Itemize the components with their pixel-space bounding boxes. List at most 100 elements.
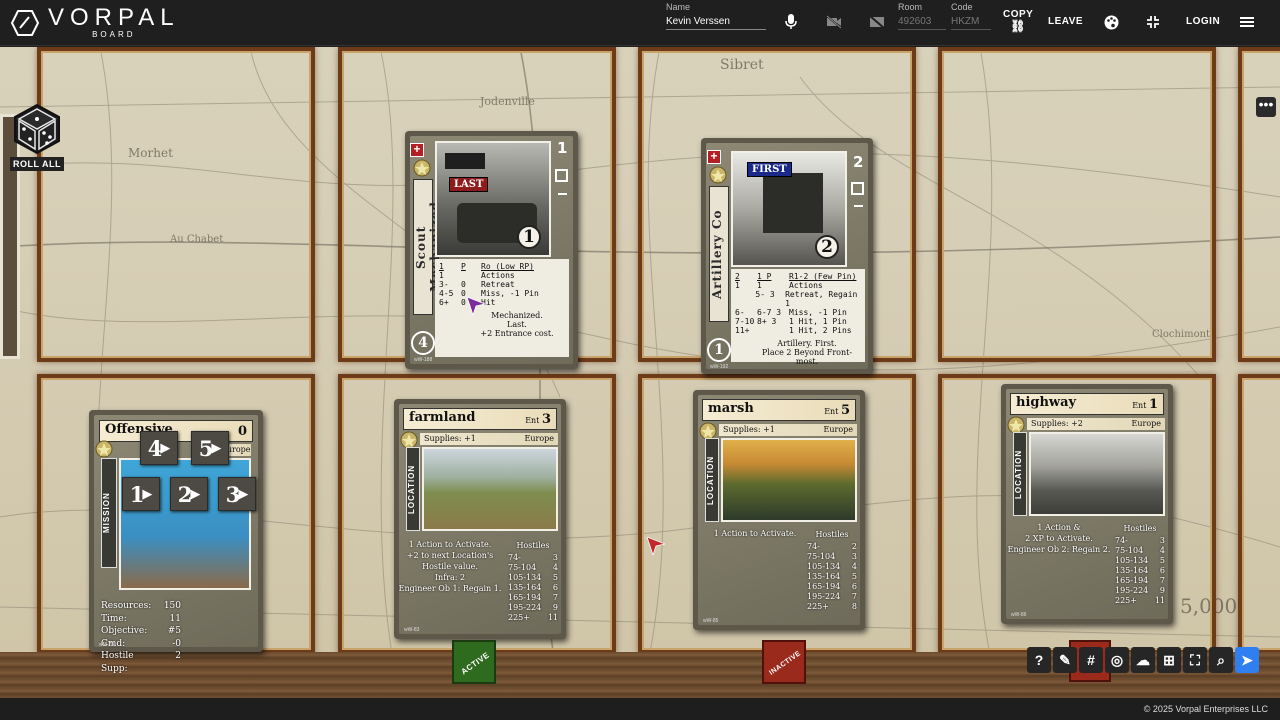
location-side-label: LOCATION xyxy=(406,447,420,531)
game-board[interactable]: Sibret Jodenville Morhet Au Chabet Cloch… xyxy=(0,47,1280,698)
location-card-highway[interactable]: highway Ent 1 Supplies: +2 Europe LOCATI… xyxy=(1001,384,1173,624)
mission-stats: Resources: 150 Time: 11 Objective: #5 Cmd: -… xyxy=(101,601,181,674)
unit-number-badge: 1 xyxy=(517,225,541,249)
unit-photo: 1 xyxy=(435,141,551,257)
location-title: farmland Ent 3 xyxy=(403,408,557,430)
card-code: wW-192 xyxy=(710,364,729,370)
screen-share-off-icon[interactable] xyxy=(868,13,886,31)
unit-number-badge: 2 xyxy=(815,235,839,259)
focus-icon[interactable]: ◎ xyxy=(1105,647,1129,673)
room-input[interactable]: 492603 xyxy=(898,12,946,30)
more-options-button[interactable]: ••• xyxy=(1256,97,1276,117)
location-rules-text: 1 Action to Activate. +2 to next Locatio… xyxy=(398,540,502,593)
unit-cost-badge: 4 xyxy=(411,331,435,355)
card-code: wW-85 xyxy=(703,618,719,624)
unit-name-label: Artillery Co xyxy=(709,186,729,322)
health-plus-icon[interactable]: + xyxy=(707,150,721,164)
dash-marker xyxy=(854,205,863,207)
supplies-line: Supplies: +1 Europe xyxy=(719,424,857,436)
dice-icon xyxy=(10,103,64,155)
board-toolbar: ? ✎ # ◎ ☁ ⊞ ⛶ ⌕ ➤ xyxy=(1027,647,1259,673)
help-icon[interactable]: ? xyxy=(1027,647,1051,673)
pointer-icon[interactable]: ➤ xyxy=(1235,647,1259,673)
unit-card-scout-mechanized[interactable]: + Scout Mechanized 1 LAST 1 1 P Ro (Low … xyxy=(405,131,578,369)
mission-side-label: MISSION xyxy=(101,458,117,568)
board-slot[interactable] xyxy=(938,47,1216,362)
unit-stat-table: 1 P Ro (Low RP) 1 Actions 3- 0 Retreat 4-5 0… xyxy=(435,259,569,357)
roll-all-button[interactable]: ROLL ALL xyxy=(10,103,64,171)
card-count: 1 xyxy=(557,139,568,157)
player-cursor-red-icon xyxy=(647,537,665,555)
name-label: Name xyxy=(666,2,691,12)
microphone-icon[interactable] xyxy=(782,13,800,31)
card-code: wW-188 xyxy=(414,357,433,363)
inactive-label: INACTIVE xyxy=(767,649,803,677)
menu-icon[interactable] xyxy=(1238,13,1256,31)
order-chip-4[interactable]: 4 ▶ xyxy=(140,431,178,465)
order-chip-1[interactable]: 1 ▶ xyxy=(122,477,160,511)
location-title: marsh Ent 5 xyxy=(702,399,856,421)
copy-link-button[interactable]: COPY ⛓ xyxy=(1003,9,1033,32)
name-field[interactable]: Name Kevin Verssen xyxy=(666,2,766,30)
login-button[interactable]: LOGIN xyxy=(1186,16,1220,27)
card-code: wW-83 xyxy=(404,627,420,633)
location-photo xyxy=(422,447,558,531)
checkbox-marker[interactable] xyxy=(555,169,568,182)
link-icon: ⛓ xyxy=(1010,19,1027,33)
code-input[interactable]: HKZM xyxy=(951,12,991,30)
order-chip-3[interactable]: 3 ▶ xyxy=(218,477,256,511)
board-slot[interactable] xyxy=(1238,47,1280,362)
palette-icon[interactable] xyxy=(1102,13,1120,31)
logo-subtext: BOARD xyxy=(92,30,136,39)
hostiles-table: Hostiles 74- 3 75-104 4 105-134 5 135-164 6 … xyxy=(1115,524,1165,605)
location-photo xyxy=(1029,432,1165,516)
eraser-icon[interactable]: ✎ xyxy=(1053,647,1077,673)
location-rules-text: 1 Action to Activate. xyxy=(713,529,797,538)
hostiles-table: Hostiles 74- 3 75-104 4 105-134 5 135-164 6 … xyxy=(508,541,558,622)
order-chip-5[interactable]: 5 ▶ xyxy=(191,431,229,465)
unit-stat-table: 2 1 P R1-2 (Few Pin) 1 1 Actions 5- 3 Retre… xyxy=(731,269,865,366)
vorpal-logo[interactable]: VORPAL BOARD xyxy=(10,5,180,41)
card-code: wM-73 xyxy=(99,642,115,648)
grid-hash-icon[interactable]: # xyxy=(1079,647,1103,673)
location-card-farmland[interactable]: farmland Ent 3 Supplies: +1 Europe LOCAT… xyxy=(394,399,566,639)
rank-star-icon xyxy=(95,440,113,458)
card-code: wW-86 xyxy=(1011,612,1027,618)
board-slot[interactable] xyxy=(1238,374,1280,654)
supplies-line: Supplies: +2 Europe xyxy=(1027,418,1165,430)
leave-button[interactable]: LEAVE xyxy=(1048,16,1083,27)
name-input[interactable]: Kevin Verssen xyxy=(666,12,766,30)
code-label: Code xyxy=(951,2,973,12)
order-chip-2[interactable]: 2 ▶ xyxy=(170,477,208,511)
first-tag: FIRST xyxy=(747,162,792,177)
unit-card-artillery[interactable]: + Artillery Co 2 FIRST 2 2 1 P R1-2 (Few… xyxy=(701,138,873,374)
fit-screen-icon[interactable]: ⛶ xyxy=(1183,647,1207,673)
location-title: highway Ent 1 xyxy=(1010,393,1164,415)
copyright-text: © 2025 Vorpal Enterprises LLC xyxy=(1143,704,1268,714)
unit-cost-badge: 1 xyxy=(707,338,731,362)
room-label: Room xyxy=(898,2,923,12)
board-slot[interactable] xyxy=(37,47,315,362)
active-label: ACTIVE xyxy=(459,650,491,676)
inactive-token[interactable]: INACTIVE xyxy=(762,640,806,684)
grid-icon[interactable]: ⊞ xyxy=(1157,647,1181,673)
cloud-upload-icon[interactable]: ☁ xyxy=(1131,647,1155,673)
video-off-icon[interactable] xyxy=(825,13,843,31)
footer: © 2025 Vorpal Enterprises LLC xyxy=(0,698,1280,720)
unit-name-label: Scout Mechanized xyxy=(413,179,442,315)
location-rules-text: 1 Action & 2 XP to Activate. Engineer Ob… xyxy=(1007,523,1111,554)
card-count: 2 xyxy=(853,153,864,171)
compress-icon[interactable] xyxy=(1144,13,1162,31)
checkbox-marker[interactable] xyxy=(851,182,864,195)
top-bar: VORPAL BOARD Name Kevin Verssen Room 492… xyxy=(0,0,1280,46)
zoom-icon[interactable]: ⌕ xyxy=(1209,647,1233,673)
code-field[interactable]: Code HKZM xyxy=(951,2,991,30)
health-plus-icon[interactable]: + xyxy=(410,143,424,157)
active-token[interactable]: ACTIVE xyxy=(452,640,496,684)
room-field[interactable]: Room 492603 xyxy=(898,2,946,30)
last-tag: LAST xyxy=(449,177,489,192)
supplies-line: Supplies: +1 Europe xyxy=(420,433,558,445)
rank-star-icon xyxy=(709,166,727,184)
vorpal-hex-icon xyxy=(10,10,40,36)
location-card-marsh[interactable]: marsh Ent 5 Supplies: +1 Europe LOCATION… xyxy=(693,390,865,630)
